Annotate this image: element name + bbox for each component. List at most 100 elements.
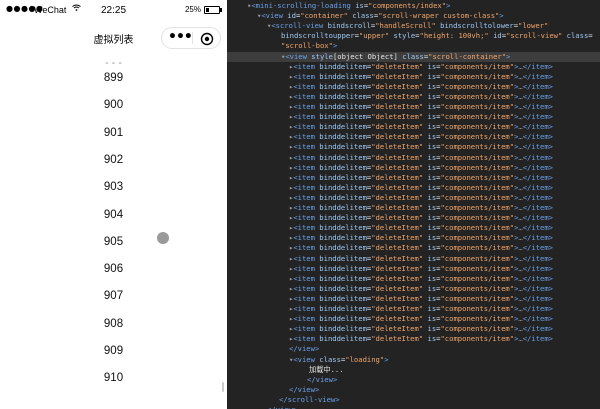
dom-token-val: "components/item": [440, 172, 515, 182]
dom-token-tag: </item>: [522, 81, 554, 91]
dom-token-tag: </item>: [522, 152, 554, 162]
dom-token-tag: <item: [293, 243, 320, 253]
dom-token-attr: binddelitem: [319, 223, 367, 233]
dom-token-tag: </item>: [522, 71, 554, 81]
dom-token-attr: is: [427, 263, 437, 273]
dom-token-attr: is: [427, 182, 437, 192]
dom-token-attr: is: [427, 162, 437, 172]
list-item[interactable]: 910: [0, 365, 227, 392]
dom-token-tag: </item>: [522, 304, 554, 313]
scrollbar-thumb[interactable]: [222, 382, 224, 392]
dom-token-attr: binddelitem: [319, 182, 367, 192]
capsule-divider: [192, 32, 193, 44]
dom-token-attr: is: [427, 81, 437, 91]
dom-token-attr: style: [393, 31, 416, 41]
dom-token-val: "deleteItem": [371, 324, 428, 334]
dom-token-val: "deleteItem": [371, 162, 428, 172]
dom-token-val: "upper": [358, 31, 394, 41]
dom-token-val: "scroll-view": [506, 31, 567, 41]
list-item[interactable]: 908: [0, 311, 227, 338]
list-item[interactable]: 904: [0, 202, 227, 229]
list-item[interactable]: 909: [0, 338, 227, 365]
dom-token-attr: binddelitem: [319, 233, 367, 243]
list-item[interactable]: 903: [0, 174, 227, 201]
dom-token-val: "deleteItem": [371, 102, 428, 111]
dom-token-tag: </item>: [522, 122, 554, 132]
dom-token-tag: <item: [293, 122, 320, 132]
dom-token-tag: <item: [293, 152, 320, 162]
list-item[interactable]: 899: [0, 65, 227, 92]
dom-token-tag: <item: [293, 283, 320, 293]
list-item[interactable]: 902: [0, 147, 227, 174]
dom-token-attr: binddelitem: [319, 192, 367, 202]
list-item[interactable]: 906: [0, 256, 227, 283]
dom-token-attr: binddelitem: [319, 81, 367, 91]
dom-token-tag: >: [332, 41, 338, 51]
dom-token-val: "components/item": [440, 192, 515, 202]
dom-token-val: "deleteItem": [371, 142, 428, 152]
dom-token-tag: </item>: [522, 314, 554, 324]
dom-token-attr: binddelitem: [319, 283, 367, 293]
dom-token-val: "components/item": [440, 132, 515, 142]
dom-token-attr: is: [427, 61, 437, 71]
dom-token-val: "components/item": [440, 213, 515, 223]
dom-token-tag: </item>: [522, 283, 554, 293]
dom-token-val: "deleteItem": [371, 172, 428, 182]
dom-token-val: "handleScroll": [375, 21, 441, 31]
dom-token-val: "deleteItem": [371, 223, 428, 233]
dom-token-tag: </item>: [522, 91, 554, 101]
dom-token-tag: <item: [293, 324, 320, 334]
dom-token-val: "components/item": [440, 142, 515, 152]
dom-token-tag: </item>: [522, 253, 554, 263]
dom-token-val: "deleteItem": [371, 233, 428, 243]
dom-token-tag: </view>: [289, 344, 320, 354]
dom-token-val: "components/item": [440, 324, 515, 334]
battery-icon: [204, 6, 222, 14]
dom-token-val: "components/item": [440, 152, 515, 162]
dom-token-tag: <item: [293, 172, 320, 182]
dom-token-attr: binddelitem: [319, 91, 367, 101]
dom-token-attr: is: [427, 203, 437, 212]
list-item[interactable]: 901: [0, 120, 227, 147]
dom-token-attr: class: [566, 31, 589, 41]
dom-token-tag: >: [506, 51, 511, 61]
dom-token-tag: <item: [293, 263, 320, 273]
dom-token-attr: is: [427, 213, 437, 223]
menu-capsule: •••: [161, 27, 221, 49]
dom-token-val: "components/item": [440, 243, 515, 253]
dom-token-attr: binddelitem: [319, 71, 367, 81]
dom-token-attr: is: [427, 192, 437, 202]
dom-token-attr: binddelitem: [319, 122, 367, 132]
dom-token-tag: >: [499, 11, 504, 21]
more-options-button[interactable]: •••: [168, 29, 193, 47]
dom-token-val: "loading": [345, 354, 385, 364]
dom-token-attr: is: [427, 132, 437, 142]
list-item[interactable]: 900: [0, 92, 227, 119]
dom-token-attr: is: [427, 283, 437, 293]
dom-token-attr: is: [427, 122, 437, 132]
dom-token-val: "components/item": [440, 314, 515, 324]
list-item[interactable]: 907: [0, 283, 227, 310]
dom-token-tag: </scroll-view>: [279, 394, 340, 404]
close-miniprogram-button[interactable]: [200, 31, 214, 46]
dom-token-tag: >: [446, 1, 451, 10]
virtual-list[interactable]: - - - 899 900 901 902 903 904 905 906 907 908 909 9…: [0, 58, 227, 409]
dom-token-attr: binddelitem: [319, 293, 367, 303]
dom-token-val: "components/item": [440, 273, 515, 283]
dom-token-tag: </item>: [522, 182, 554, 192]
dom-token-val: "deleteItem": [371, 293, 428, 303]
dom-token-attr: bindscroll: [327, 21, 371, 31]
record-close-icon: [200, 32, 214, 46]
dom-token-val: "deleteItem": [371, 304, 428, 313]
dom-token-attr: class: [352, 11, 374, 21]
dom-token-tag: >: [384, 354, 389, 364]
dom-token-val: "scroll-box": [281, 41, 333, 51]
dom-token-attr: is: [427, 243, 437, 253]
dom-token-tag: <item: [293, 192, 320, 202]
dom-token-tag: <view: [293, 354, 320, 364]
dom-token-attr: binddelitem: [319, 162, 367, 172]
dom-token-attr: class: [319, 354, 341, 364]
list-item[interactable]: 905: [0, 229, 227, 256]
dom-token-tag: <item: [293, 91, 320, 101]
dom-node-selected[interactable]: ▾<view style[object Object] class="scrol…: [227, 51, 600, 62]
